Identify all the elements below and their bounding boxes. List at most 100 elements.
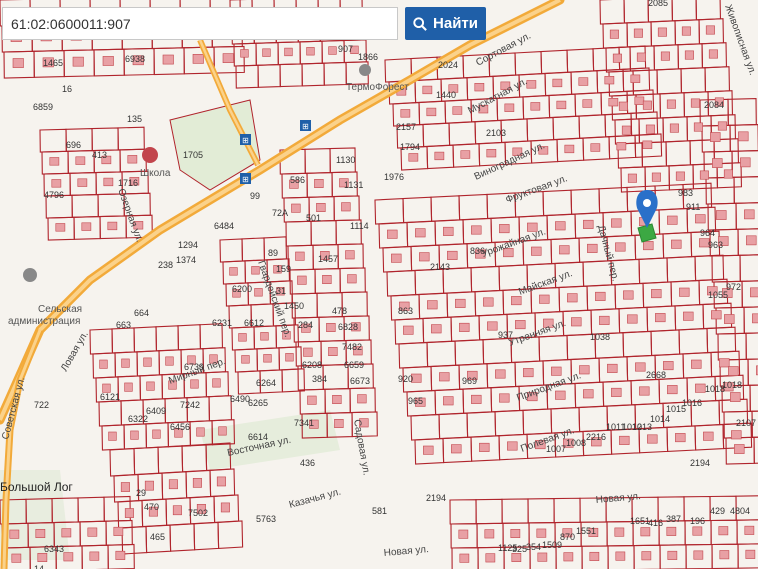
parcel-number: 663 (116, 320, 131, 330)
cadastral-map[interactable]: ⊞ ⊞ ⊞ Фруктовая ул.Урожайная ул.Майская … (0, 0, 758, 569)
building (730, 392, 741, 402)
parcel-number: 2143 (430, 262, 450, 272)
parcel-number: 1551 (576, 526, 596, 536)
building (229, 267, 238, 276)
building (447, 250, 458, 260)
parcel-number: 325 (512, 544, 527, 554)
building (107, 221, 118, 231)
building (504, 103, 515, 112)
building (471, 394, 482, 404)
building (459, 553, 470, 563)
parcel-number: 586 (290, 175, 305, 185)
building (583, 389, 594, 399)
building (511, 296, 522, 306)
building (426, 107, 437, 117)
building (144, 480, 154, 491)
building (103, 177, 114, 187)
building (260, 332, 269, 341)
building (423, 445, 434, 455)
building (419, 252, 430, 262)
parcel-number: 836 (470, 246, 485, 256)
building (295, 251, 305, 261)
parcel-number: 2157 (396, 122, 416, 132)
admin-label-line2: администрация (8, 316, 80, 327)
building (254, 288, 263, 297)
building (172, 505, 182, 516)
parcel-number: 696 (66, 140, 81, 150)
building (415, 228, 426, 238)
parcel-number: 6490 (230, 394, 250, 404)
admin-icon (23, 268, 37, 282)
parcel-number: 581 (372, 506, 387, 516)
building (530, 102, 541, 111)
parcel-number: 196 (690, 516, 705, 526)
parcel-number: 2194 (690, 458, 710, 468)
parcel-number: 2085 (648, 0, 668, 8)
parcel-number: 6938 (125, 54, 145, 64)
parcel-number: 907 (338, 44, 353, 54)
building (196, 427, 205, 437)
building (718, 526, 729, 536)
building (222, 53, 234, 63)
parcel-number: 1131 (344, 180, 363, 190)
building (408, 153, 419, 162)
building (571, 317, 582, 327)
building (635, 362, 646, 372)
building (563, 552, 574, 562)
building (458, 529, 469, 539)
parcel-number: 1007 (546, 444, 566, 454)
building (583, 219, 594, 229)
building (666, 99, 676, 109)
building (645, 124, 655, 134)
bus-stop-icon: ⊞ (240, 173, 251, 184)
building (316, 203, 326, 213)
building (555, 390, 566, 400)
building (326, 322, 336, 332)
building (291, 203, 301, 213)
building (578, 77, 589, 86)
parcel-number: 31 (276, 286, 286, 296)
search-input[interactable] (2, 7, 398, 40)
building (703, 431, 714, 441)
building (495, 369, 506, 379)
search-button[interactable]: Найти (405, 7, 486, 40)
building (647, 434, 658, 444)
parcel-number: 963 (708, 240, 723, 250)
parcel-number: 470 (144, 502, 159, 512)
building (612, 53, 622, 63)
building (474, 83, 485, 92)
parcel-number: 1018 (722, 380, 742, 390)
building (712, 158, 723, 168)
building (510, 528, 521, 538)
building (77, 178, 88, 187)
building (611, 387, 622, 397)
building (216, 476, 226, 487)
building (744, 525, 755, 535)
parcel-number: 722 (34, 400, 49, 410)
building (35, 528, 46, 538)
school-icon (142, 147, 158, 163)
building (11, 553, 22, 563)
parcel-number: 1866 (358, 52, 378, 62)
svg-text:⊞: ⊞ (242, 175, 249, 184)
parcel-number: 7502 (188, 508, 208, 518)
building (241, 355, 250, 364)
building (651, 172, 661, 182)
building (752, 313, 758, 324)
building (515, 320, 526, 330)
parcel-number: 863 (398, 306, 413, 316)
building (675, 171, 685, 181)
parcel-number: 2668 (646, 370, 666, 380)
parcel-number: 4796 (44, 190, 64, 200)
parcel-number: 965 (408, 396, 423, 406)
parcel-number: 1374 (176, 255, 196, 265)
parcel-number: 1015 (666, 404, 686, 414)
building (582, 99, 593, 108)
parcel-number: 2107 (736, 418, 756, 428)
building (642, 100, 652, 110)
building (667, 385, 678, 395)
parcel-number: 6208 (302, 360, 322, 370)
parcel-number: 2216 (586, 432, 606, 442)
building (537, 552, 548, 562)
building (285, 353, 294, 362)
